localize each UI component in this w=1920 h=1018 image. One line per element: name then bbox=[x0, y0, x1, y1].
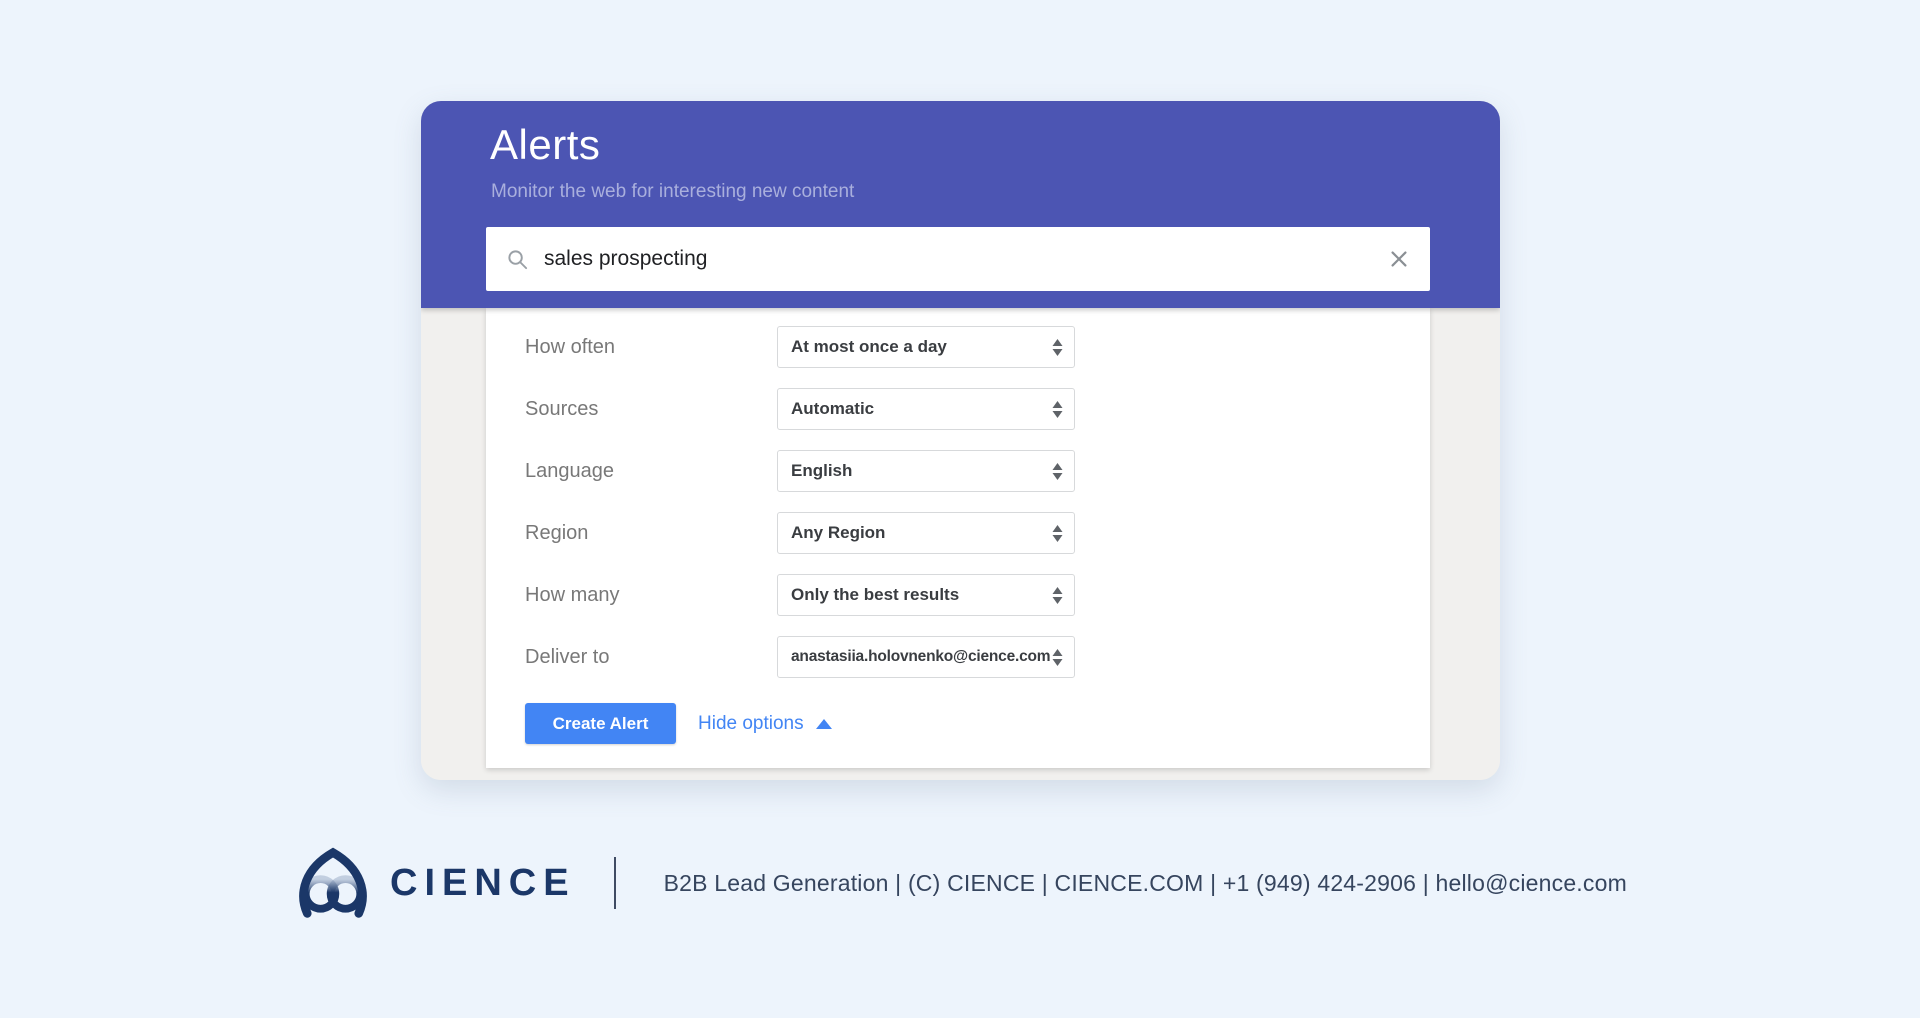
brand-wordmark: CIENCE bbox=[390, 862, 576, 905]
up-down-stepper-icon bbox=[1052, 587, 1063, 604]
how-often-select[interactable]: At most once a day bbox=[777, 326, 1075, 368]
up-down-stepper-icon bbox=[1052, 649, 1063, 666]
region-value: Any Region bbox=[791, 523, 885, 543]
up-down-stepper-icon bbox=[1052, 525, 1063, 542]
sources-value: Automatic bbox=[791, 399, 874, 419]
region-select[interactable]: Any Region bbox=[777, 512, 1075, 554]
footer-branding: CIENCE B2B Lead Generation | (C) CIENCE … bbox=[294, 845, 1627, 921]
form-row-region: Region Any Region bbox=[525, 512, 1430, 554]
how-many-value: Only the best results bbox=[791, 585, 959, 605]
form-row-how-many: How many Only the best results bbox=[525, 574, 1430, 616]
footer-info-text: B2B Lead Generation | (C) CIENCE | CIENC… bbox=[664, 870, 1627, 897]
how-many-select[interactable]: Only the best results bbox=[777, 574, 1075, 616]
alerts-header: Alerts Monitor the web for interesting n… bbox=[421, 101, 1500, 308]
form-row-language: Language English bbox=[525, 450, 1430, 492]
language-value: English bbox=[791, 461, 852, 481]
sources-select[interactable]: Automatic bbox=[777, 388, 1075, 430]
close-icon[interactable] bbox=[1388, 248, 1410, 270]
search-bar bbox=[486, 227, 1430, 291]
up-down-stepper-icon bbox=[1052, 401, 1063, 418]
cience-logo-icon bbox=[294, 845, 372, 921]
footer-divider bbox=[614, 857, 616, 909]
up-down-stepper-icon bbox=[1052, 339, 1063, 356]
how-many-label: How many bbox=[525, 584, 777, 607]
language-select[interactable]: English bbox=[777, 450, 1075, 492]
hide-options-label: Hide options bbox=[698, 713, 804, 735]
sources-label: Sources bbox=[525, 398, 777, 421]
language-label: Language bbox=[525, 460, 777, 483]
form-row-how-often: How often At most once a day bbox=[525, 326, 1430, 368]
form-row-deliver-to: Deliver to anastasiia.holovnenko@cience.… bbox=[525, 636, 1430, 678]
alerts-card: Alerts Monitor the web for interesting n… bbox=[421, 101, 1500, 780]
create-alert-button[interactable]: Create Alert bbox=[525, 703, 676, 744]
triangle-up-icon bbox=[816, 719, 832, 729]
how-often-label: How often bbox=[525, 336, 777, 359]
search-icon bbox=[506, 248, 529, 271]
deliver-to-value: anastasiia.holovnenko@cience.com bbox=[791, 648, 1050, 666]
deliver-to-select[interactable]: anastasiia.holovnenko@cience.com bbox=[777, 636, 1075, 678]
form-row-sources: Sources Automatic bbox=[525, 388, 1430, 430]
hide-options-link[interactable]: Hide options bbox=[698, 713, 832, 735]
search-input[interactable] bbox=[544, 247, 1388, 271]
deliver-to-label: Deliver to bbox=[525, 646, 777, 669]
up-down-stepper-icon bbox=[1052, 463, 1063, 480]
alerts-body: How often At most once a day Sources Aut… bbox=[421, 308, 1500, 780]
form-actions: Create Alert Hide options bbox=[525, 703, 832, 744]
page-title: Alerts bbox=[490, 121, 600, 169]
region-label: Region bbox=[525, 522, 777, 545]
alert-options-panel: How often At most once a day Sources Aut… bbox=[486, 308, 1430, 768]
how-often-value: At most once a day bbox=[791, 337, 947, 357]
page-subtitle: Monitor the web for interesting new cont… bbox=[491, 181, 854, 203]
